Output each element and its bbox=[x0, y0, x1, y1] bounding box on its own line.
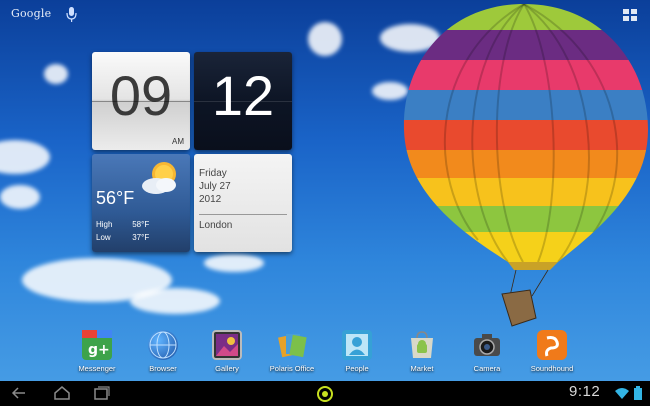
app-label: Gallery bbox=[215, 364, 239, 373]
app-messenger[interactable]: g+ Messenger bbox=[65, 328, 129, 378]
weather-tile[interactable]: 56°F High 58°F Low 37°F bbox=[92, 154, 190, 252]
contacts-icon bbox=[342, 330, 372, 360]
globe-icon bbox=[148, 330, 178, 360]
app-label: Messenger bbox=[78, 364, 116, 373]
weather-high-label: High bbox=[96, 220, 113, 229]
svg-text:g+: g+ bbox=[88, 342, 110, 358]
tile-hinge bbox=[92, 101, 190, 102]
app-soundhound[interactable]: Soundhound bbox=[520, 328, 584, 378]
camera-icon bbox=[472, 330, 502, 360]
clock-minute-tile[interactable]: 12 bbox=[194, 52, 292, 150]
system-nav-bar bbox=[0, 381, 650, 406]
date-month-day: July 27 bbox=[199, 181, 231, 192]
tile-hinge bbox=[194, 101, 292, 102]
app-market[interactable]: Market bbox=[390, 328, 454, 378]
app-label: Browser bbox=[149, 364, 177, 373]
clock-ampm: AM bbox=[172, 137, 184, 146]
home-screen: Google 09 AM 12 56°F High 58°F Low 37°F … bbox=[0, 0, 650, 406]
partly-cloudy-icon bbox=[142, 162, 176, 194]
app-camera[interactable]: Camera bbox=[455, 328, 519, 378]
app-label: People bbox=[345, 364, 369, 373]
weather-low-value: 37°F bbox=[132, 233, 150, 242]
weather-high-value: 58°F bbox=[132, 220, 150, 229]
cloud bbox=[204, 254, 264, 272]
market-icon bbox=[407, 330, 437, 360]
clock-hour-tile[interactable]: 09 AM bbox=[92, 52, 190, 150]
soundhound-icon bbox=[537, 330, 567, 360]
app-polaris-office[interactable]: Polaris Office bbox=[260, 328, 324, 378]
app-label: Soundhound bbox=[530, 364, 574, 373]
app-gallery[interactable]: Gallery bbox=[195, 328, 259, 378]
cloud bbox=[0, 140, 50, 174]
google-logo: Google bbox=[11, 7, 52, 20]
status-time: 9:12 bbox=[569, 383, 601, 400]
date-weekday: Friday bbox=[199, 168, 227, 179]
clock-hour: 09 bbox=[109, 64, 173, 127]
cloud bbox=[44, 64, 68, 84]
hot-air-balloon-wallpaper bbox=[403, 4, 649, 327]
gallery-icon bbox=[212, 330, 242, 360]
google-plus-icon: g+ bbox=[82, 330, 112, 360]
weather-low-label: Low bbox=[96, 233, 111, 242]
battery-icon bbox=[634, 386, 642, 400]
wifi-icon bbox=[615, 388, 629, 399]
app-label: Camera bbox=[473, 364, 501, 373]
app-label: Market bbox=[410, 364, 434, 373]
google-search-bar[interactable]: Google bbox=[0, 0, 90, 30]
weather-temperature: 56°F bbox=[96, 188, 135, 208]
app-browser[interactable]: Browser bbox=[131, 328, 195, 378]
date-year: 2012 bbox=[199, 194, 222, 205]
clock-minute: 12 bbox=[211, 64, 275, 127]
date-tile[interactable]: Friday July 27 2012 London bbox=[194, 154, 292, 252]
date-city: London bbox=[199, 220, 233, 231]
documents-icon bbox=[277, 330, 307, 360]
recent-apps-icon[interactable] bbox=[92, 385, 112, 401]
home-icon[interactable] bbox=[52, 385, 72, 401]
home-ring-icon[interactable] bbox=[315, 384, 335, 404]
cloud bbox=[308, 22, 342, 56]
app-label: Polaris Office bbox=[269, 364, 315, 373]
cloud bbox=[0, 185, 40, 209]
weather-high-row: High 58°F bbox=[96, 220, 149, 229]
microphone-icon[interactable] bbox=[64, 6, 80, 24]
weather-low-row: Low 37°F bbox=[96, 233, 149, 242]
back-icon[interactable] bbox=[10, 385, 30, 401]
app-people[interactable]: People bbox=[325, 328, 389, 378]
date-divider bbox=[199, 214, 287, 215]
cloud bbox=[130, 288, 220, 314]
